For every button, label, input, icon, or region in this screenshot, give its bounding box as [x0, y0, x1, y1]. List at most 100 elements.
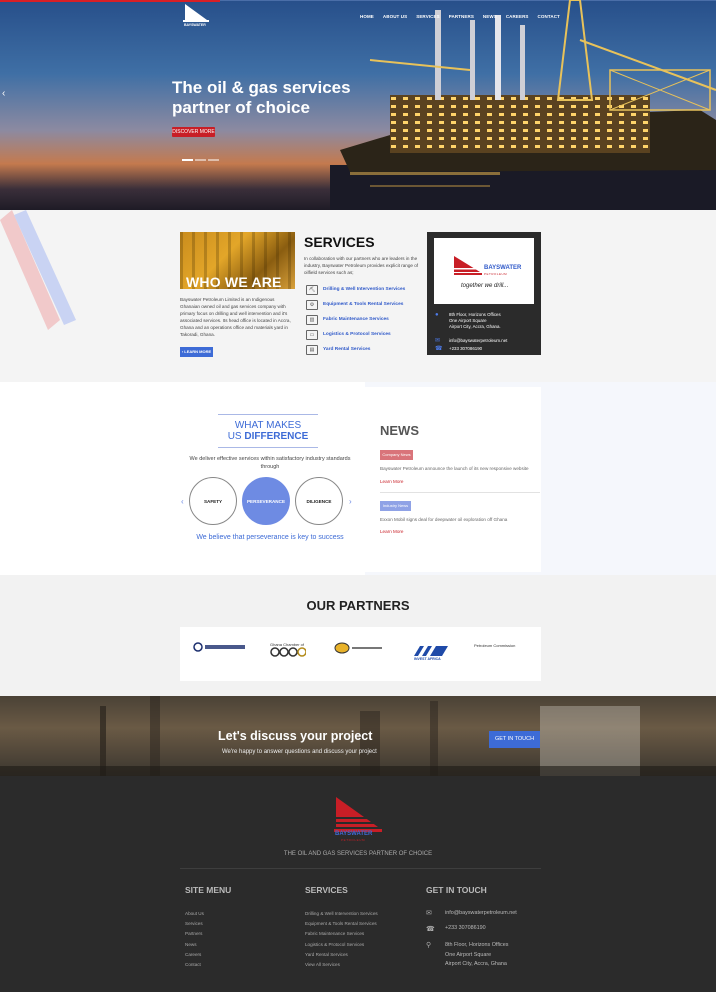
value-perseverance[interactable]: PERSEVERANCE [242, 477, 290, 525]
value-safety[interactable]: SAFETY [189, 477, 237, 525]
brand-logo[interactable]: BAYSWATER [183, 4, 209, 28]
phone-icon: ☎ [426, 926, 435, 933]
news-tag-company[interactable]: Company News [380, 450, 413, 460]
service-item[interactable]: ▥ Fabric Maintenance Services [306, 312, 426, 327]
top-red-line [0, 0, 220, 2]
location-icon: ● [435, 312, 439, 318]
services-intro: In collaboration with our partners who a… [304, 256, 419, 275]
difference-text: We deliver effective services within sat… [189, 456, 351, 470]
nav-contact[interactable]: CONTACT [538, 14, 560, 19]
petroleum-commission-logo[interactable]: Petroleum Commission [474, 643, 515, 648]
footer-link-careers[interactable]: Careers [185, 950, 204, 960]
card-tagline: together we drill... [461, 283, 509, 289]
difference-next-arrow[interactable]: › [349, 497, 352, 506]
bank-logo[interactable] [193, 642, 249, 653]
services-heading: SERVICES [304, 234, 375, 250]
difference-bottom-line [218, 447, 318, 448]
footer-brand-sub: PETROLEUM [341, 838, 366, 842]
news-learn-more[interactable]: Learn More [380, 479, 404, 484]
footer-link-partners[interactable]: Partners [185, 929, 204, 939]
news-learn-more[interactable]: Learn More [380, 529, 404, 534]
address-line: Airport City, Accra, Ghana. [449, 324, 501, 329]
footer-address: 8th Floor, Horizons Offices One Airport … [445, 941, 508, 970]
footer-view-all-services[interactable]: View All Services [305, 960, 378, 970]
news-tag-industry[interactable]: Industry News [380, 501, 411, 511]
nav-partners[interactable]: PARTNERS [449, 14, 474, 19]
drill-icon: ⛏ [306, 284, 318, 295]
footer-email[interactable]: info@bayswaterpetroleum.net [445, 910, 517, 916]
difference-prev-arrow[interactable]: ‹ [181, 497, 184, 506]
card-brand-sub: PETROLEUM [484, 272, 508, 276]
news-item-text[interactable]: Exxon Mobil signs deal for deepwater oil… [380, 517, 507, 522]
nav-home[interactable]: HOME [360, 14, 374, 19]
service-item[interactable]: ▭ Logistics & Protocol Services [306, 327, 426, 342]
get-in-touch-heading: GET IN TOUCH [426, 885, 487, 895]
service-item[interactable]: ⚙ Equipment & Tools Rental Services [306, 297, 426, 312]
email-icon: ✉ [435, 338, 441, 344]
invest-africa-logo[interactable]: INVEST AFRICA [414, 646, 448, 661]
ggcc-letters-icon [270, 647, 307, 657]
difference-heading-bold: DIFFERENCE [244, 431, 309, 442]
difference-heading: WHAT MAKES US DIFFERENCE [200, 420, 336, 442]
news-heading: NEWS [380, 423, 419, 438]
footer-link-about[interactable]: About Us [185, 909, 204, 919]
service-label: Drilling & Well Intervention Services [323, 287, 406, 292]
hero-title: The oil & gas services partner of choice [172, 78, 351, 117]
service-item[interactable]: ⛏ Drilling & Well Intervention Services [306, 282, 426, 297]
footer-service-link[interactable]: Drilling & Well Intervention Services [305, 909, 378, 919]
site-menu-list: About Us Services Partners News Careers … [185, 909, 204, 970]
slider-dot-2[interactable] [195, 159, 206, 161]
card-logo-panel: BAYSWATER PETROLEUM together we drill... [434, 238, 534, 304]
service-label: Fabric Maintenance Services [323, 317, 389, 322]
service-item[interactable]: ▤ Yard Rental Services [306, 342, 426, 357]
service-label: Equipment & Tools Rental Services [323, 302, 404, 307]
oil-company-logo[interactable] [334, 642, 386, 655]
card-phone[interactable]: ☎ +233 307086190 [435, 346, 482, 352]
email-text: info@bayswaterpetroleum.net [449, 338, 508, 343]
footer-address-line: One Airport Square [445, 951, 492, 958]
nav-about[interactable]: ABOUT US [383, 14, 407, 19]
footer-service-link[interactable]: Fabric Maintenance Services [305, 929, 378, 939]
who-we-are-heading: WHO WE ARE [186, 274, 282, 290]
footer-link-contact[interactable]: Contact [185, 960, 204, 970]
bank-emblem-icon [193, 642, 245, 652]
yard-icon: ▤ [306, 344, 318, 355]
footer-address-line: 8th Floor, Horizons Offices [445, 942, 509, 948]
discover-more-button[interactable]: DISCOVER MORE [172, 127, 215, 137]
footer-service-link[interactable]: Logistics & Protocol Services [305, 940, 378, 950]
nav-careers[interactable]: CAREERS [506, 14, 529, 19]
news-item-text[interactable]: Bayswater Petroleum announce the launch … [380, 466, 529, 471]
footer-divider [180, 868, 541, 869]
footer-link-news[interactable]: News [185, 940, 204, 950]
footer-brand-name: BAYSWATER [335, 831, 373, 837]
slider-dots [182, 159, 219, 161]
footer-service-link[interactable]: Yard Rental Services [305, 950, 378, 960]
footer-logo-icon[interactable] [334, 795, 384, 835]
footer-service-link[interactable]: Equipment & Tools Rental Services [305, 919, 378, 929]
slider-prev-arrow[interactable]: ‹ [2, 88, 5, 99]
get-in-touch-button[interactable]: GET IN TOUCH [489, 731, 540, 748]
value-diligence[interactable]: DILIGENCE [295, 477, 343, 525]
footer-services-heading: SERVICES [305, 885, 348, 895]
service-label: Logistics & Protocol Services [323, 332, 391, 337]
news-divider [380, 492, 540, 493]
nav-services[interactable]: SERVICES [416, 14, 439, 19]
bayswater-logo-icon [454, 256, 482, 275]
difference-heading-line1: WHAT MAKES [234, 420, 302, 431]
footer-services-list: Drilling & Well Intervention Services Eq… [305, 909, 378, 970]
sail-logo-icon [183, 4, 209, 22]
ghana-chamber-logo[interactable]: Ghana Chamber of [270, 642, 307, 658]
footer-phone: +233 307086190 [445, 925, 486, 931]
difference-footer: We believe that perseverance is key to s… [196, 534, 344, 541]
footer-link-services[interactable]: Services [185, 919, 204, 929]
card-email[interactable]: ✉ info@bayswaterpetroleum.net [435, 338, 507, 344]
learn-more-button[interactable]: › LEARN MORE [180, 347, 213, 357]
slider-dot-3[interactable] [208, 159, 219, 161]
phone-icon: ☎ [435, 346, 443, 352]
brand-name: BAYSWATER [184, 23, 206, 27]
slider-dot-1[interactable] [182, 159, 193, 161]
nav-news[interactable]: NEWS [483, 14, 497, 19]
difference-top-line [218, 414, 318, 415]
petroleum-commission-text: Petroleum Commission [474, 643, 516, 648]
card-address: ● 8th Floor, Horizons Offices One Airpor… [435, 312, 501, 330]
